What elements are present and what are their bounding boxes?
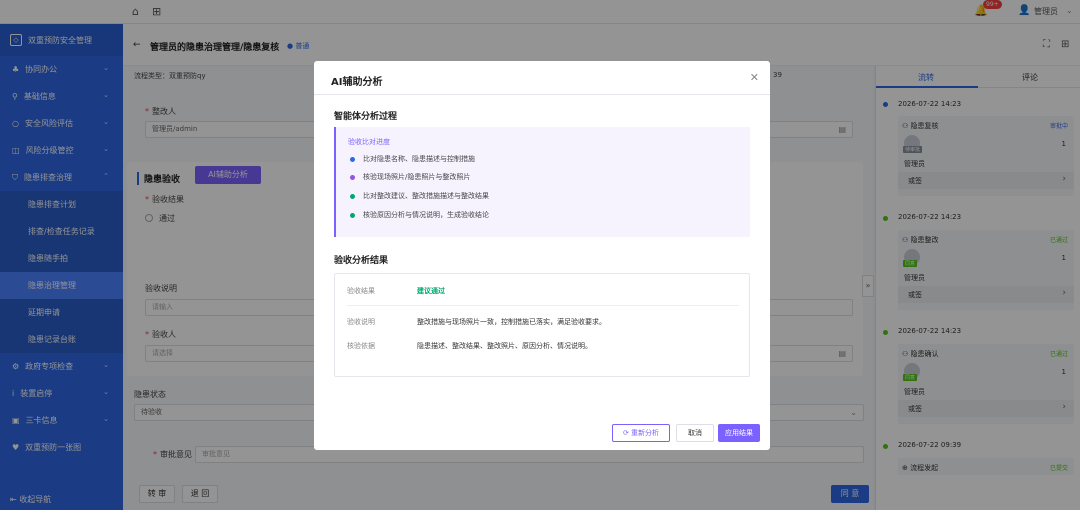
result-key: 核验依据	[347, 342, 375, 350]
step-text: 比对隐患名称、隐患描述与控制措施	[363, 155, 475, 163]
step-text: 核验原因分析与情况说明，生成验收结论	[363, 211, 489, 219]
progress-header: 验收比对进度	[348, 138, 390, 146]
reanalyze-button[interactable]: ⟳ 重新分析	[612, 424, 670, 442]
process-title: 智能体分析过程	[334, 112, 398, 122]
step-text: 比对整改建议、整改措施描述与整改结果	[363, 192, 489, 200]
progress-box: 验收比对进度 比对隐患名称、隐患描述与控制措施 核验现场照片/隐患照片与整改照片…	[334, 127, 750, 237]
apply-result-button[interactable]: 应用结果	[718, 424, 760, 442]
reanalyze-label: 重新分析	[631, 429, 660, 437]
analysis-step: 比对隐患名称、隐患描述与控制措施	[350, 154, 475, 164]
result-key: 验收说明	[347, 318, 375, 326]
result-box: 验收结果 建议通过 验收说明 整改措施与现场照片一致，控制措施已落实，满足验收要…	[334, 273, 750, 377]
close-icon[interactable]: ✕	[750, 71, 759, 84]
analysis-step: 核验现场照片/隐患照片与整改照片	[350, 172, 470, 182]
result-key: 验收结果	[347, 287, 375, 295]
result-title: 验收分析结果	[334, 256, 389, 266]
step-dot	[350, 174, 355, 180]
cancel-button[interactable]: 取消	[676, 424, 714, 442]
ai-analysis-dialog: AI辅助分析 ✕ 智能体分析过程 验收比对进度 比对隐患名称、隐患描述与控制措施…	[314, 61, 770, 450]
step-text: 核验现场照片/隐患照片与整改照片	[363, 173, 471, 181]
step-dot	[350, 193, 355, 199]
step-dot	[350, 156, 355, 162]
result-value: 整改措施与现场照片一致，控制措施已落实，满足验收要求。	[417, 318, 606, 326]
result-value: 建议通过	[417, 287, 445, 295]
step-dot	[350, 212, 355, 218]
analysis-step: 核验原因分析与情况说明，生成验收结论	[350, 210, 489, 220]
analysis-step: 比对整改建议、整改措施描述与整改结果	[350, 191, 489, 201]
result-value: 隐患描述、整改结果、整改照片、原因分析、情况说明。	[417, 342, 592, 350]
refresh-icon: ⟳	[622, 429, 632, 437]
dialog-title: AI辅助分析	[331, 77, 383, 88]
dialog-divider	[314, 94, 770, 95]
result-divider	[347, 305, 739, 306]
